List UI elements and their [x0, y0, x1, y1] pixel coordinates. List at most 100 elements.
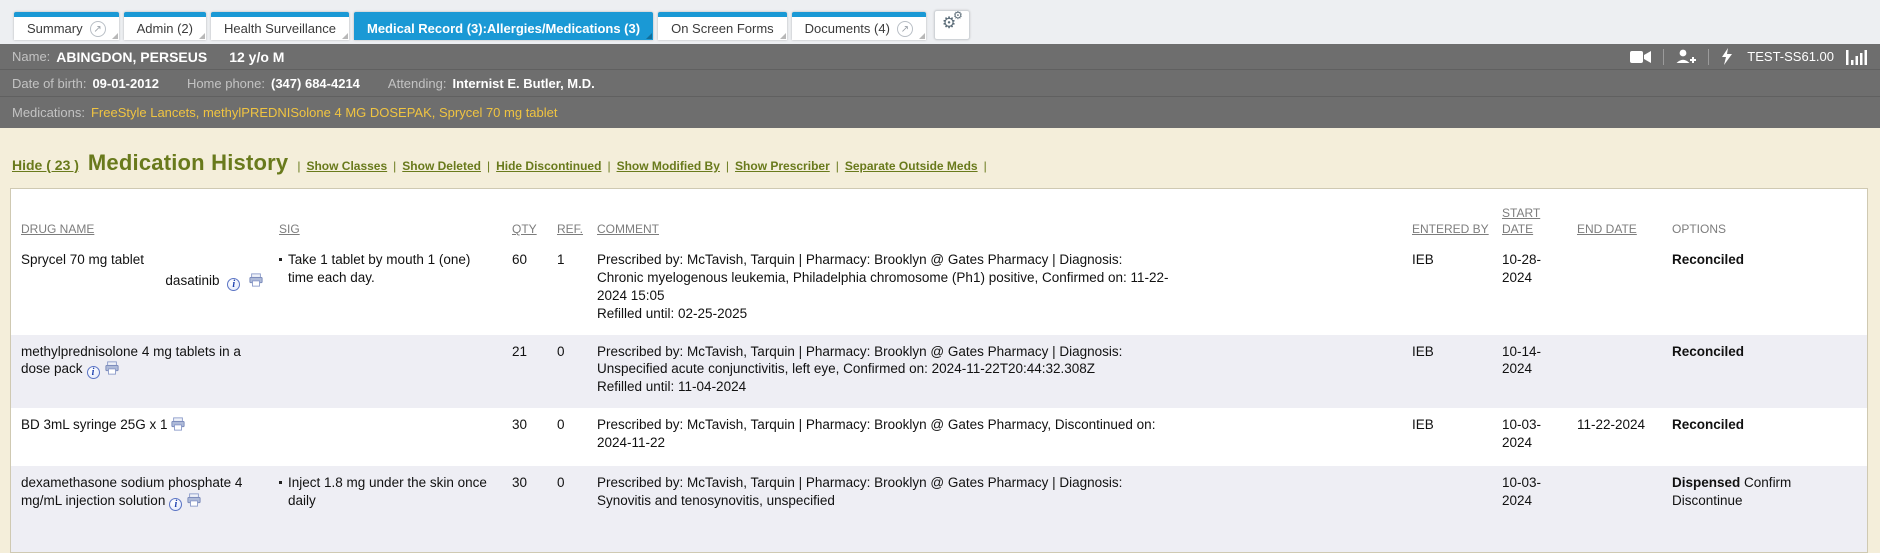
tab-label: Admin (2) [137, 21, 193, 36]
comment-text: Prescribed by: McTavish, Tarquin | Pharm… [597, 474, 1172, 510]
print-icon[interactable] [105, 361, 119, 380]
tab-label: Documents (4) [805, 21, 890, 36]
drug-name[interactable]: Sprycel 70 mg tablet [21, 252, 144, 267]
settings-button[interactable] [934, 10, 970, 40]
start-date-cell: 10-14-2024 [1496, 335, 1571, 408]
filter-show-classes[interactable]: Show Classes [306, 159, 387, 173]
options-status: Reconciled [1672, 252, 1744, 267]
sig-text: Inject 1.8 mg under the skin once daily [288, 474, 498, 540]
tab-medical-record[interactable]: Medical Record (3):Allergies/Medications… [354, 12, 653, 40]
filter-show-deleted[interactable]: Show Deleted [402, 159, 481, 173]
column-header-drug-name[interactable]: DRUG NAME [21, 222, 94, 236]
comment-cell: Prescribed by: McTavish, Tarquin | Pharm… [591, 335, 1406, 408]
dob-value: 09-01-2012 [92, 76, 159, 91]
print-icon[interactable] [249, 273, 263, 292]
filter-show-modified-by[interactable]: Show Modified By [617, 159, 720, 173]
medications-label: Medications: [12, 105, 85, 120]
column-header-options: OPTIONS [1672, 222, 1726, 236]
page: { "tab_bar": { "tabs": [ { "label": "Sum… [0, 0, 1880, 536]
options-cell: Reconciled [1666, 408, 1867, 466]
launch-icon[interactable] [897, 21, 913, 37]
tab-admin[interactable]: Admin (2) [124, 12, 206, 40]
hide-link[interactable]: Hide ( 23 ) [12, 157, 79, 173]
drug-name-cell: BD 3mL syringe 25G x 1 [11, 408, 273, 466]
patient-details-bar: Date of birth: 09-01-2012 Home phone: (3… [0, 70, 1880, 97]
tab-on-screen-forms[interactable]: On Screen Forms [658, 12, 787, 40]
drug-name[interactable]: BD 3mL syringe 25G x 1 [21, 417, 168, 432]
attending-value: Internist E. Butler, M.D. [452, 76, 594, 91]
table-row: Sprycel 70 mg tablet dasatinib Take 1 ta… [11, 243, 1867, 334]
filter-hide-discontinued[interactable]: Hide Discontinued [496, 159, 601, 173]
print-icon[interactable] [171, 417, 185, 436]
tab-health-surveillance[interactable]: Health Surveillance [211, 12, 349, 40]
launch-icon[interactable] [90, 21, 106, 37]
patient-medications-bar: Medications: FreeStyle Lancets, methylPR… [0, 97, 1880, 128]
filter-show-prescriber[interactable]: Show Prescriber [735, 159, 830, 173]
sig-cell: Inject 1.8 mg under the skin once daily [273, 466, 506, 552]
column-header-ref[interactable]: REF. [557, 222, 583, 236]
separator: | [393, 159, 396, 173]
tab-label: Health Surveillance [224, 21, 336, 36]
generic-name: dasatinib [165, 273, 219, 288]
comment-text: Prescribed by: McTavish, Tarquin | Pharm… [597, 251, 1172, 304]
medications-list: FreeStyle Lancets, methylPREDNISolone 4 … [91, 105, 558, 120]
phone-group: Home phone: (347) 684-4214 [187, 76, 360, 91]
phone-value: (347) 684-4214 [271, 76, 360, 91]
tab-bar: Summary Admin (2) Health Surveillance Me… [0, 0, 1880, 44]
qty-cell: 21 [506, 335, 551, 408]
table-row: BD 3mL syringe 25G x 1 30 0 Prescribed b… [11, 408, 1867, 466]
dob-label: Date of birth: [12, 76, 86, 91]
divider [1708, 49, 1709, 65]
ref-cell: 1 [551, 243, 591, 334]
medication-history-section: Hide ( 23 ) Medication History | Show Cl… [0, 128, 1880, 553]
column-header-end-date[interactable]: END DATE [1577, 222, 1637, 236]
video-camera-icon[interactable] [1630, 50, 1651, 64]
patient-name: ABINGDON, PERSEUS [56, 49, 207, 65]
entered-by-cell [1406, 466, 1496, 552]
options-cell: Reconciled [1666, 335, 1867, 408]
start-date-cell: 10-03-2024 [1496, 466, 1571, 552]
comment-cell: Prescribed by: McTavish, Tarquin | Pharm… [591, 466, 1406, 552]
start-date-cell: 10-03-2024 [1496, 408, 1571, 466]
entered-by-cell: IEB [1406, 335, 1496, 408]
column-header-qty[interactable]: QTY [512, 222, 537, 236]
ref-cell: 0 [551, 335, 591, 408]
ref-cell: 0 [551, 466, 591, 552]
ref-cell: 0 [551, 408, 591, 466]
sig-text: Take 1 tablet by mouth 1 (one) time each… [288, 251, 498, 322]
start-date-cell: 10-28-2024 [1496, 243, 1571, 334]
options-status: Reconciled [1672, 417, 1744, 432]
tab-documents[interactable]: Documents (4) [792, 12, 926, 40]
info-icon[interactable] [227, 278, 240, 291]
column-header-start-date[interactable]: START DATE [1502, 206, 1540, 236]
separator: | [607, 159, 610, 173]
drug-name[interactable]: dexamethasone sodium phosphate 4 mg/mL i… [21, 475, 242, 508]
bullet [279, 481, 282, 484]
entered-by-cell: IEB [1406, 243, 1496, 334]
filter-separate-outside-meds[interactable]: Separate Outside Meds [845, 159, 978, 173]
tab-summary[interactable]: Summary [14, 12, 119, 40]
comment-text: Prescribed by: McTavish, Tarquin | Pharm… [597, 416, 1172, 452]
drug-name[interactable]: methylprednisolone 4 mg tablets in a dos… [21, 344, 241, 377]
info-icon[interactable] [87, 366, 100, 379]
sig-cell [273, 408, 506, 466]
print-icon[interactable] [187, 493, 201, 512]
table-row: methylprednisolone 4 mg tablets in a dos… [11, 335, 1867, 408]
add-person-icon[interactable] [1676, 49, 1696, 64]
medication-table: DRUG NAME SIG QTY REF. COMMENT ENTERED B… [10, 188, 1868, 553]
system-code: TEST-SS61.00 [1747, 49, 1834, 64]
tab-label: On Screen Forms [671, 21, 774, 36]
separator: | [726, 159, 729, 173]
dob-group: Date of birth: 09-01-2012 [12, 76, 159, 91]
options-cell: Dispensed Confirm Discontinue [1666, 466, 1867, 552]
lightning-icon[interactable] [1721, 48, 1733, 65]
bar-chart-icon[interactable] [1846, 49, 1868, 65]
column-header-sig[interactable]: SIG [279, 222, 300, 236]
tab-label: Summary [27, 21, 83, 36]
attending-group: Attending: Internist E. Butler, M.D. [388, 76, 595, 91]
filter-links: | Show Classes | Show Deleted | Hide Dis… [297, 159, 986, 173]
info-icon[interactable] [169, 498, 182, 511]
column-header-comment[interactable]: COMMENT [597, 222, 659, 236]
column-header-entered-by[interactable]: ENTERED BY [1412, 222, 1489, 236]
name-label: Name: [12, 49, 50, 64]
